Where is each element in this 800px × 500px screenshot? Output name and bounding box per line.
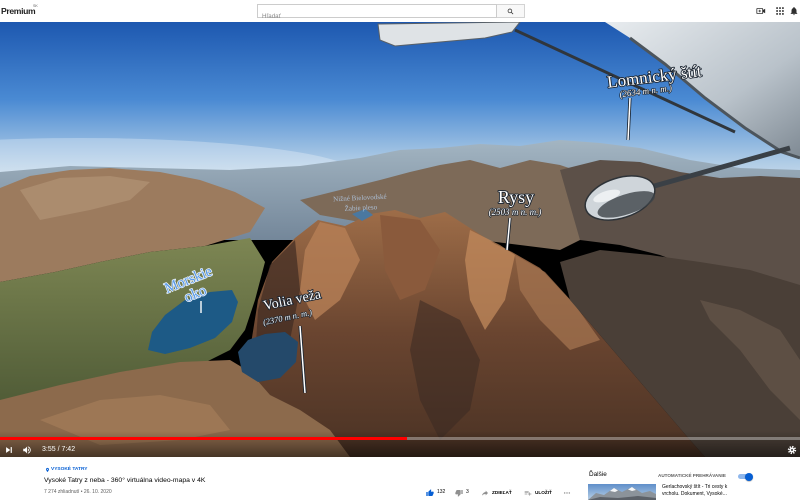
- thumbnail-image: [588, 484, 656, 500]
- next-video-thumbnail[interactable]: [588, 484, 656, 500]
- like-button[interactable]: 132: [426, 488, 445, 497]
- progress-played: [0, 437, 408, 440]
- share-label: ZDIEĽAŤ: [492, 490, 512, 495]
- thumb-down-icon: [455, 489, 463, 497]
- search-icon: [507, 8, 514, 14]
- search-box[interactable]: [257, 4, 497, 23]
- video-frame[interactable]: Lomnický štít (2634 m n. m.) Rysy (2503 …: [0, 22, 800, 457]
- hashtag-link[interactable]: VYSOKÉ TATRY: [51, 467, 87, 473]
- more-icon: [563, 491, 571, 494]
- more-actions-button[interactable]: [563, 488, 571, 497]
- youtube-premium-logo[interactable]: Premium: [1, 6, 36, 16]
- search-input[interactable]: [258, 10, 496, 23]
- up-next-heading: Ďalšie: [589, 471, 607, 478]
- autoplay-label: AUTOMATICKÉ PREHRÁVANIE: [658, 473, 726, 478]
- bell-icon[interactable]: [789, 6, 799, 16]
- save-playlist-icon: [524, 490, 532, 496]
- progress-bar[interactable]: [0, 437, 800, 440]
- label-name: Rysy: [498, 187, 534, 207]
- apps-grid-icon[interactable]: [775, 6, 785, 16]
- video-camera-plus-icon[interactable]: [756, 6, 766, 16]
- player-controls: 3:55 / 7:42: [0, 431, 800, 457]
- like-count: 132: [437, 489, 446, 495]
- toggle-knob: [745, 472, 753, 481]
- save-button[interactable]: ULOŽIŤ: [524, 488, 552, 497]
- time-display: 3:55 / 7:42: [42, 446, 76, 453]
- autoplay-toggle[interactable]: [738, 472, 753, 481]
- volume-icon[interactable]: [22, 445, 32, 455]
- next-icon[interactable]: [4, 445, 14, 455]
- dislike-count: 3: [466, 489, 469, 495]
- view-count-date: 7 274 zhliadnutí • 26. 10. 2020: [44, 489, 112, 495]
- share-icon: [482, 490, 488, 496]
- dislike-button[interactable]: 3: [455, 488, 469, 497]
- next-video-title[interactable]: Gerlachovský štít - Tri cesty k vrcholu.…: [662, 484, 744, 498]
- settings-gear-icon[interactable]: [787, 445, 797, 455]
- video-title: Vysoké Tatry z neba - 360° virtuálna vid…: [44, 477, 206, 484]
- save-label: ULOŽIŤ: [535, 490, 552, 495]
- region-badge: SK: [33, 4, 38, 8]
- location-pin-icon: [46, 467, 49, 473]
- thumb-up-icon: [426, 488, 434, 496]
- share-button[interactable]: ZDIEĽAŤ: [481, 488, 512, 497]
- search-button[interactable]: [497, 4, 525, 18]
- video-player[interactable]: Lomnický štít (2634 m n. m.) Rysy (2503 …: [0, 22, 800, 457]
- label-elevation: (2503 m n. m.): [489, 207, 542, 217]
- masthead: Premium SK: [0, 0, 800, 23]
